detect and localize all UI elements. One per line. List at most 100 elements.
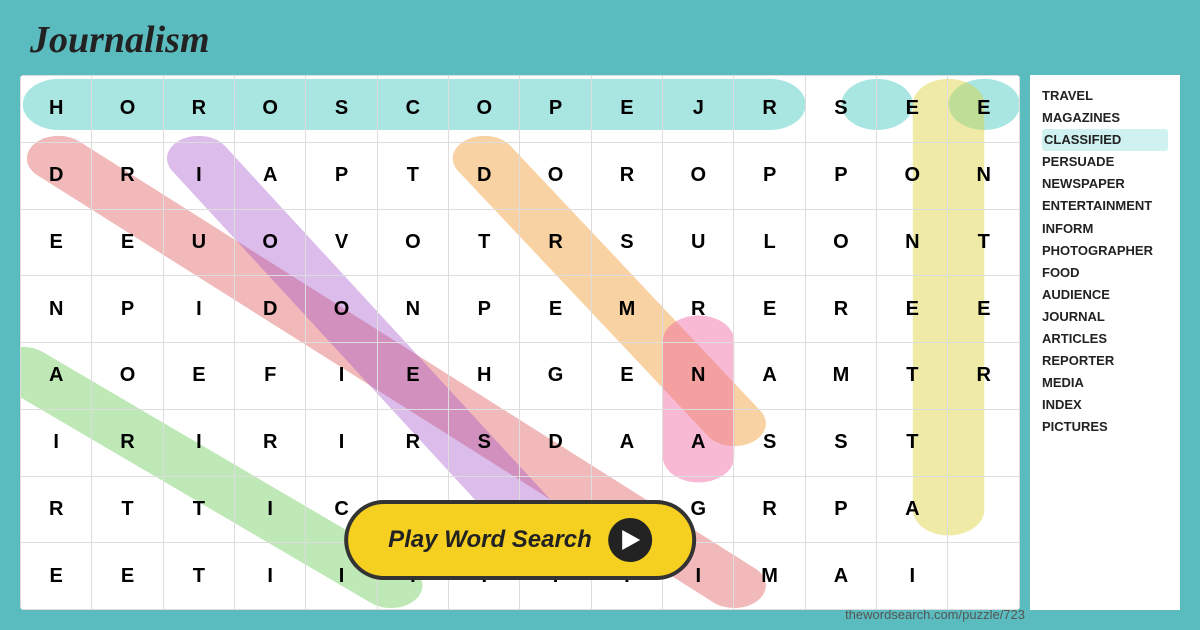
cell[interactable]: N [948,142,1020,209]
cell[interactable]: P [449,276,520,343]
cell[interactable]: T [163,543,234,610]
cell[interactable]: O [520,142,591,209]
cell[interactable]: H [449,343,520,410]
cell[interactable]: A [734,343,805,410]
cell[interactable]: E [877,76,948,143]
cell[interactable]: T [92,476,163,543]
cell[interactable]: C [377,76,448,143]
cell[interactable]: R [235,409,306,476]
cell[interactable]: E [163,343,234,410]
cell[interactable]: R [591,142,662,209]
cell[interactable]: E [948,76,1020,143]
play-word-search-button[interactable]: Play Word Search [344,500,696,580]
cell[interactable]: A [877,476,948,543]
cell[interactable]: A [235,142,306,209]
cell[interactable]: N [21,276,92,343]
cell[interactable]: T [877,409,948,476]
cell[interactable] [948,409,1020,476]
cell[interactable]: F [235,343,306,410]
cell[interactable]: E [377,343,448,410]
cell[interactable]: D [21,142,92,209]
cell[interactable]: O [663,142,734,209]
cell[interactable]: P [805,142,876,209]
cell[interactable]: G [520,343,591,410]
cell[interactable]: I [877,543,948,610]
play-button-container[interactable]: Play Word Search [344,500,696,580]
cell[interactable]: U [163,209,234,276]
cell[interactable]: I [235,543,306,610]
cell[interactable]: D [520,409,591,476]
cell[interactable]: I [163,142,234,209]
cell[interactable]: O [92,343,163,410]
cell[interactable]: O [235,76,306,143]
cell[interactable]: S [591,209,662,276]
cell[interactable]: N [663,343,734,410]
cell[interactable]: I [163,409,234,476]
cell[interactable]: N [377,276,448,343]
cell[interactable]: D [449,142,520,209]
cell[interactable]: M [591,276,662,343]
cell[interactable]: O [449,76,520,143]
cell[interactable]: E [520,276,591,343]
cell[interactable]: R [663,276,734,343]
cell[interactable]: O [306,276,377,343]
cell[interactable]: I [306,409,377,476]
cell[interactable]: U [663,209,734,276]
cell[interactable]: I [163,276,234,343]
cell[interactable]: O [877,142,948,209]
cell[interactable]: P [805,476,876,543]
cell[interactable]: S [449,409,520,476]
cell[interactable]: S [306,76,377,143]
cell[interactable]: A [21,343,92,410]
cell[interactable]: R [92,142,163,209]
cell[interactable]: R [520,209,591,276]
word-search-grid[interactable]: H O R O S C O P E J R S E E D R I A P [20,75,1020,610]
cell[interactable]: O [805,209,876,276]
cell[interactable]: E [21,209,92,276]
cell[interactable]: V [306,209,377,276]
cell[interactable]: E [591,76,662,143]
cell[interactable]: T [877,343,948,410]
cell[interactable]: P [92,276,163,343]
cell[interactable]: L [734,209,805,276]
cell[interactable]: A [591,409,662,476]
cell[interactable]: A [663,409,734,476]
cell[interactable]: E [92,209,163,276]
cell[interactable]: R [377,409,448,476]
cell[interactable]: R [92,409,163,476]
cell[interactable]: S [805,76,876,143]
cell[interactable]: P [520,76,591,143]
cell[interactable]: N [877,209,948,276]
cell[interactable]: I [306,343,377,410]
cell[interactable]: R [21,476,92,543]
cell[interactable]: R [734,476,805,543]
cell[interactable]: S [805,409,876,476]
cell[interactable]: E [734,276,805,343]
cell[interactable]: E [21,543,92,610]
cell[interactable]: M [734,543,805,610]
cell[interactable]: O [377,209,448,276]
cell[interactable]: T [163,476,234,543]
cell[interactable]: J [663,76,734,143]
cell[interactable]: E [92,543,163,610]
cell[interactable]: O [235,209,306,276]
cell[interactable]: H [21,76,92,143]
cell[interactable]: E [877,276,948,343]
cell[interactable]: R [734,76,805,143]
cell[interactable]: I [235,476,306,543]
cell[interactable]: R [805,276,876,343]
cell[interactable]: R [948,343,1020,410]
cell[interactable]: E [948,276,1020,343]
cell[interactable]: T [449,209,520,276]
cell[interactable]: O [92,76,163,143]
cell[interactable]: S [734,409,805,476]
cell[interactable]: E [591,343,662,410]
cell[interactable]: A [805,543,876,610]
cell[interactable]: P [734,142,805,209]
cell[interactable]: T [948,209,1020,276]
cell[interactable]: M [805,343,876,410]
cell[interactable]: T [377,142,448,209]
cell[interactable]: P [306,142,377,209]
cell[interactable] [948,543,1020,610]
cell[interactable]: R [163,76,234,143]
